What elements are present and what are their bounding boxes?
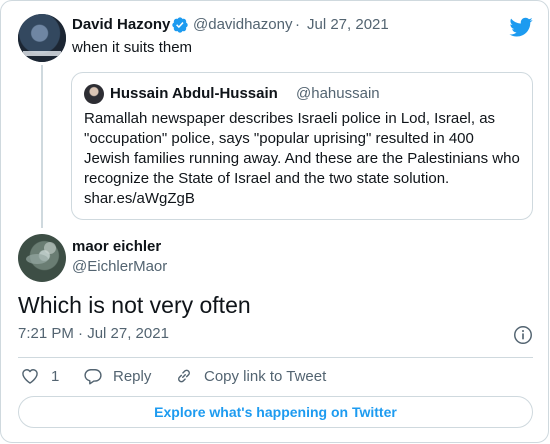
meta-separator: ·: [295, 16, 300, 33]
copy-link-button[interactable]: Copy link to Tweet: [174, 366, 326, 386]
quoted-author-avatar: [84, 84, 104, 104]
reply-author-avatar[interactable]: [18, 234, 66, 282]
quoted-author-handle: @hahussain: [296, 85, 380, 102]
explore-twitter-button[interactable]: Explore what's happening on Twitter: [18, 396, 533, 428]
verified-badge-icon: [172, 17, 188, 33]
reply-timestamp[interactable]: 7:21 PM · Jul 27, 2021: [18, 324, 169, 344]
parent-author-name[interactable]: David Hazony: [72, 15, 170, 35]
parent-tweet-date[interactable]: Jul 27, 2021: [307, 15, 389, 35]
reply-button[interactable]: Reply: [83, 366, 151, 386]
quoted-tweet-text: Ramallah newspaper describes Israeli pol…: [84, 109, 524, 209]
quoted-author-name: Hussain Abdul-Hussain: [110, 85, 278, 102]
reply-tweet-text: Which is not very often: [18, 292, 251, 318]
quoted-text-line: Ramallah newspaper describes Israeli pol…: [84, 110, 496, 127]
parent-author-avatar[interactable]: [18, 14, 66, 62]
tweet-embed-card: David Hazony @davidhazony · Jul 27, 2021…: [0, 0, 549, 443]
copy-link-label: Copy link to Tweet: [204, 367, 327, 385]
thread-connector-line: [41, 65, 43, 228]
parent-author-handle[interactable]: @davidhazony: [193, 15, 292, 35]
twitter-bird-icon[interactable]: [509, 15, 533, 39]
heart-icon: [22, 369, 38, 384]
quoted-text-line: "occupation" police, says "popular upris…: [84, 130, 474, 147]
reply-author-name[interactable]: maor eichler: [72, 237, 161, 257]
parent-tweet-text: when it suits them: [72, 39, 193, 56]
quoted-text-line: Jewish families running away. And these …: [84, 150, 520, 167]
info-icon[interactable]: [512, 324, 534, 346]
like-count: 1: [51, 367, 60, 385]
reply-author-handle[interactable]: @EichlerMaor: [72, 257, 167, 277]
like-button[interactable]: 1: [20, 366, 59, 386]
reply-label: Reply: [113, 367, 152, 385]
quoted-text-line: recognize the State of Israel and the tw…: [84, 170, 450, 187]
link-icon: [178, 369, 190, 383]
actions-divider: [18, 357, 533, 358]
quoted-tweet-link[interactable]: shar.es/aWgZgB: [84, 189, 524, 209]
speech-bubble-icon: [84, 369, 102, 385]
quoted-tweet[interactable]: Hussain Abdul-Hussain @hahussain Ramalla…: [71, 72, 533, 220]
